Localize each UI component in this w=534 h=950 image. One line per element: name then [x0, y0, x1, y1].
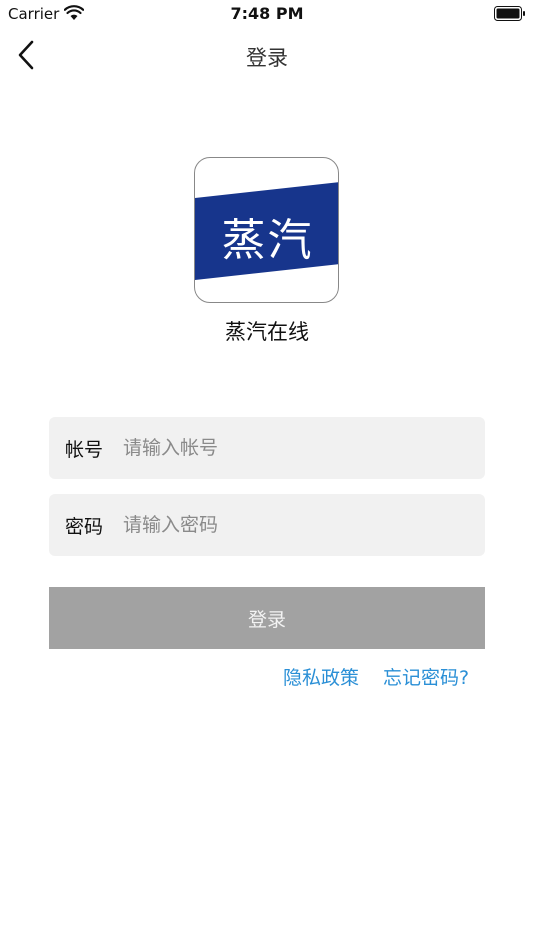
- app-name: 蒸汽在线: [225, 320, 309, 344]
- account-input[interactable]: [123, 427, 473, 469]
- app-logo: 蒸汽: [194, 157, 339, 303]
- forgot-password-link[interactable]: 忘记密码?: [383, 663, 469, 690]
- battery-icon: [494, 6, 526, 21]
- privacy-policy-link[interactable]: 隐私政策: [283, 663, 359, 690]
- nav-bar: 登录: [0, 30, 534, 80]
- page-title: 登录: [246, 46, 288, 70]
- password-field: 密码: [49, 494, 485, 556]
- password-input[interactable]: [123, 504, 473, 546]
- status-bar: Carrier 7:48 PM: [0, 0, 534, 30]
- account-label: 帐号: [65, 439, 104, 461]
- login-button[interactable]: 登录: [49, 587, 485, 649]
- clock: 7:48 PM: [230, 4, 304, 23]
- account-field: 帐号: [49, 417, 485, 479]
- password-label: 密码: [65, 516, 104, 538]
- logo-text: 蒸汽: [221, 215, 314, 266]
